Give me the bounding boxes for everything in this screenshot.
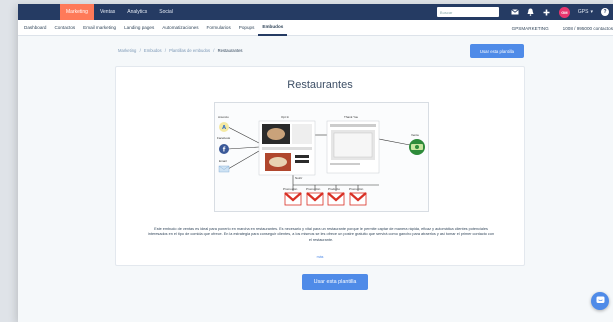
diagram-label-facebook: Facebook [217, 136, 231, 140]
use-template-button-top[interactable]: Usar esta plantilla [470, 44, 524, 58]
nav-marketing[interactable]: Marketing [60, 4, 94, 20]
nav-analytics[interactable]: Analytics [121, 4, 153, 20]
breadcrumb-plantillas[interactable]: Plantillas de embudos [169, 48, 210, 53]
breadcrumb-marketing[interactable]: Marketing [118, 48, 136, 53]
breadcrumb: Marketing / Embudos / Plantillas de embu… [118, 48, 243, 53]
top-nav-right: Buscar GM GPS ▾ ? [436, 4, 613, 20]
funnel-diagram-graphics: A f [218, 120, 425, 206]
account-label: GPS [577, 9, 589, 15]
diagram-label-venta: Venta [411, 133, 419, 137]
plus-icon[interactable] [543, 8, 551, 16]
diagram-label-nutrir: Nutrir [295, 176, 303, 180]
template-description: Este embudo de ventas es ideal para pone… [147, 227, 495, 242]
subnav-popups[interactable]: Popups [235, 20, 259, 36]
nav-social[interactable]: Social [153, 4, 179, 20]
diagram-label-optin: Opt In [281, 115, 290, 119]
subnav-formularios[interactable]: Formularios [203, 20, 235, 36]
breadcrumb-separator: / [139, 48, 141, 53]
diagram-label-email-2: Promoción [306, 187, 321, 191]
page-title: Restaurantes [287, 79, 353, 91]
chevron-down-icon: ▾ [590, 9, 593, 15]
breadcrumb-separator: / [164, 48, 166, 53]
subnav-email-marketing[interactable]: Email marketing [79, 20, 120, 36]
account-menu[interactable]: GPS ▾ [578, 9, 593, 15]
use-template-button[interactable]: Usar esta plantilla [302, 274, 368, 290]
svg-text:A: A [222, 125, 226, 131]
subnav-account-info: GPSMARKETING 1008 / 995000 contactos [512, 20, 613, 36]
diagram-label-thankyou: Thank You [344, 115, 359, 119]
more-link[interactable]: más [116, 255, 524, 259]
subnav-landing-pages[interactable]: Landing pages [120, 20, 158, 36]
help-icon[interactable]: ? [601, 8, 609, 16]
subnav-contactos[interactable]: Contactos [50, 20, 79, 36]
diagram-label-anuncio: Anuncio [218, 115, 229, 119]
mail-icon[interactable] [511, 8, 519, 16]
breadcrumb-separator: / [213, 48, 215, 53]
chat-widget-button[interactable] [591, 292, 609, 310]
svg-text:f: f [223, 147, 226, 154]
account-name: GPSMARKETING [511, 25, 549, 31]
breadcrumb-current: Restaurantes [217, 48, 243, 53]
contacts-count: 1008 / 995000 contactos [562, 25, 613, 31]
email-sequence-icons [284, 192, 367, 206]
nav-ventas[interactable]: Ventas [94, 4, 121, 20]
top-nav: Marketing Ventas Analytics Social Buscar… [18, 4, 613, 20]
diagram-label-email: Email [219, 159, 227, 163]
sub-nav: Dashboard Contactos Email marketing Land… [18, 20, 613, 36]
breadcrumb-embudos[interactable]: Embudos [144, 48, 162, 53]
subnav-automatizaciones[interactable]: Automatizaciones [158, 20, 202, 36]
diagram-label-email-1: Promoción [283, 187, 298, 191]
search-input[interactable]: Buscar [436, 7, 499, 17]
template-card: Restaurantes A f Anuncio Facebook Email … [115, 66, 525, 266]
diagram-label-email-4: Promoción [349, 187, 364, 191]
avatar[interactable]: GM [558, 6, 570, 18]
app-window: Marketing Ventas Analytics Social Buscar… [18, 4, 613, 322]
subnav-dashboard[interactable]: Dashboard [20, 20, 50, 36]
subnav-embudos[interactable]: Embudos [258, 20, 288, 36]
funnel-diagram: A f Anuncio Facebook Email Opt In Thank … [214, 102, 429, 212]
diagram-label-email-3: Producto [328, 187, 341, 191]
chat-icon [596, 292, 605, 310]
bell-icon[interactable] [527, 8, 535, 16]
